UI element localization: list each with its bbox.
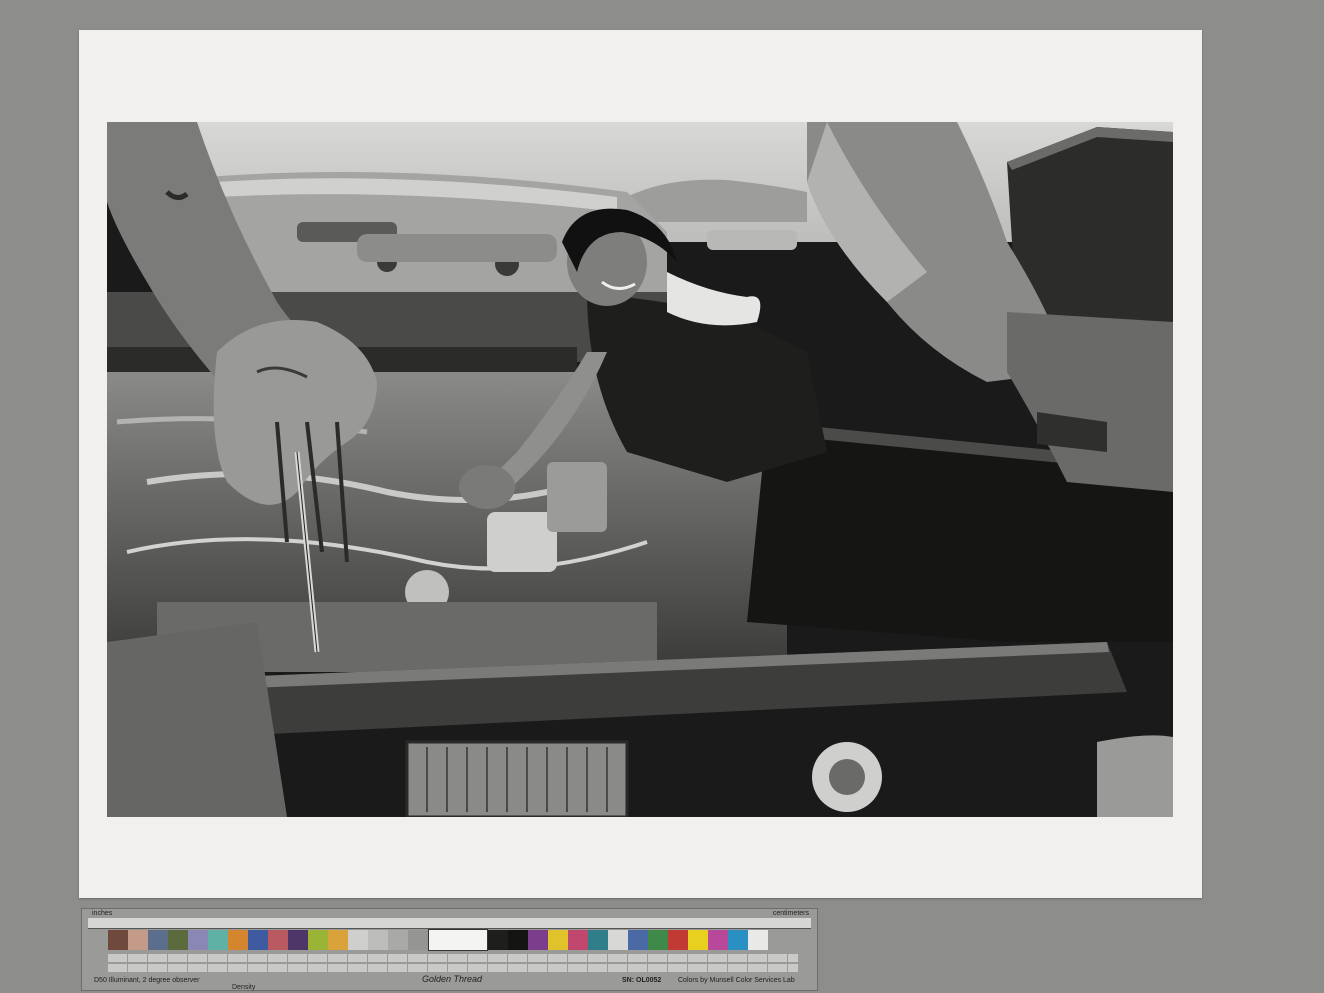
color-swatch [388, 930, 408, 950]
lab-values-row [108, 964, 798, 972]
color-swatch [368, 930, 388, 950]
ruler [88, 918, 811, 929]
density-values-row [108, 954, 798, 962]
color-swatch [268, 930, 288, 950]
photograph [107, 122, 1173, 817]
serial-label: SN: OL0052 [622, 977, 662, 984]
inches-label: inches [92, 910, 113, 917]
color-swatch [568, 930, 588, 950]
color-swatch [668, 930, 688, 950]
color-swatch [408, 930, 428, 950]
color-swatch [208, 930, 228, 950]
centimeters-label: centimeters [772, 910, 809, 917]
color-swatch [328, 930, 348, 950]
color-swatch [348, 930, 368, 950]
color-swatch [168, 930, 188, 950]
color-swatch [188, 930, 208, 950]
color-calibration-target: inches centimeters D50 Illuminant, 2 deg… [81, 908, 818, 991]
color-swatch [648, 930, 668, 950]
color-swatch [108, 930, 128, 950]
density-label: Density [232, 984, 256, 991]
color-swatch [728, 930, 748, 950]
registration-mark [428, 929, 488, 951]
color-swatch [748, 930, 768, 950]
color-swatch [528, 930, 548, 950]
color-swatch [588, 930, 608, 950]
color-swatch [228, 930, 248, 950]
color-swatch [248, 930, 268, 950]
color-swatch [548, 930, 568, 950]
color-swatch [128, 930, 148, 950]
color-swatch [688, 930, 708, 950]
color-swatch [288, 930, 308, 950]
color-swatch [608, 930, 628, 950]
color-swatch [488, 930, 508, 950]
photograph-image [107, 122, 1173, 817]
illuminant-label: D50 Illuminant, 2 degree observer [94, 977, 200, 984]
brand-label: Golden Thread [422, 974, 483, 984]
color-swatch [308, 930, 328, 950]
color-swatch [148, 930, 168, 950]
color-swatch [508, 930, 528, 950]
lab-label: Colors by Munsell Color Services Lab [678, 977, 795, 984]
color-swatch [708, 930, 728, 950]
color-swatch [628, 930, 648, 950]
